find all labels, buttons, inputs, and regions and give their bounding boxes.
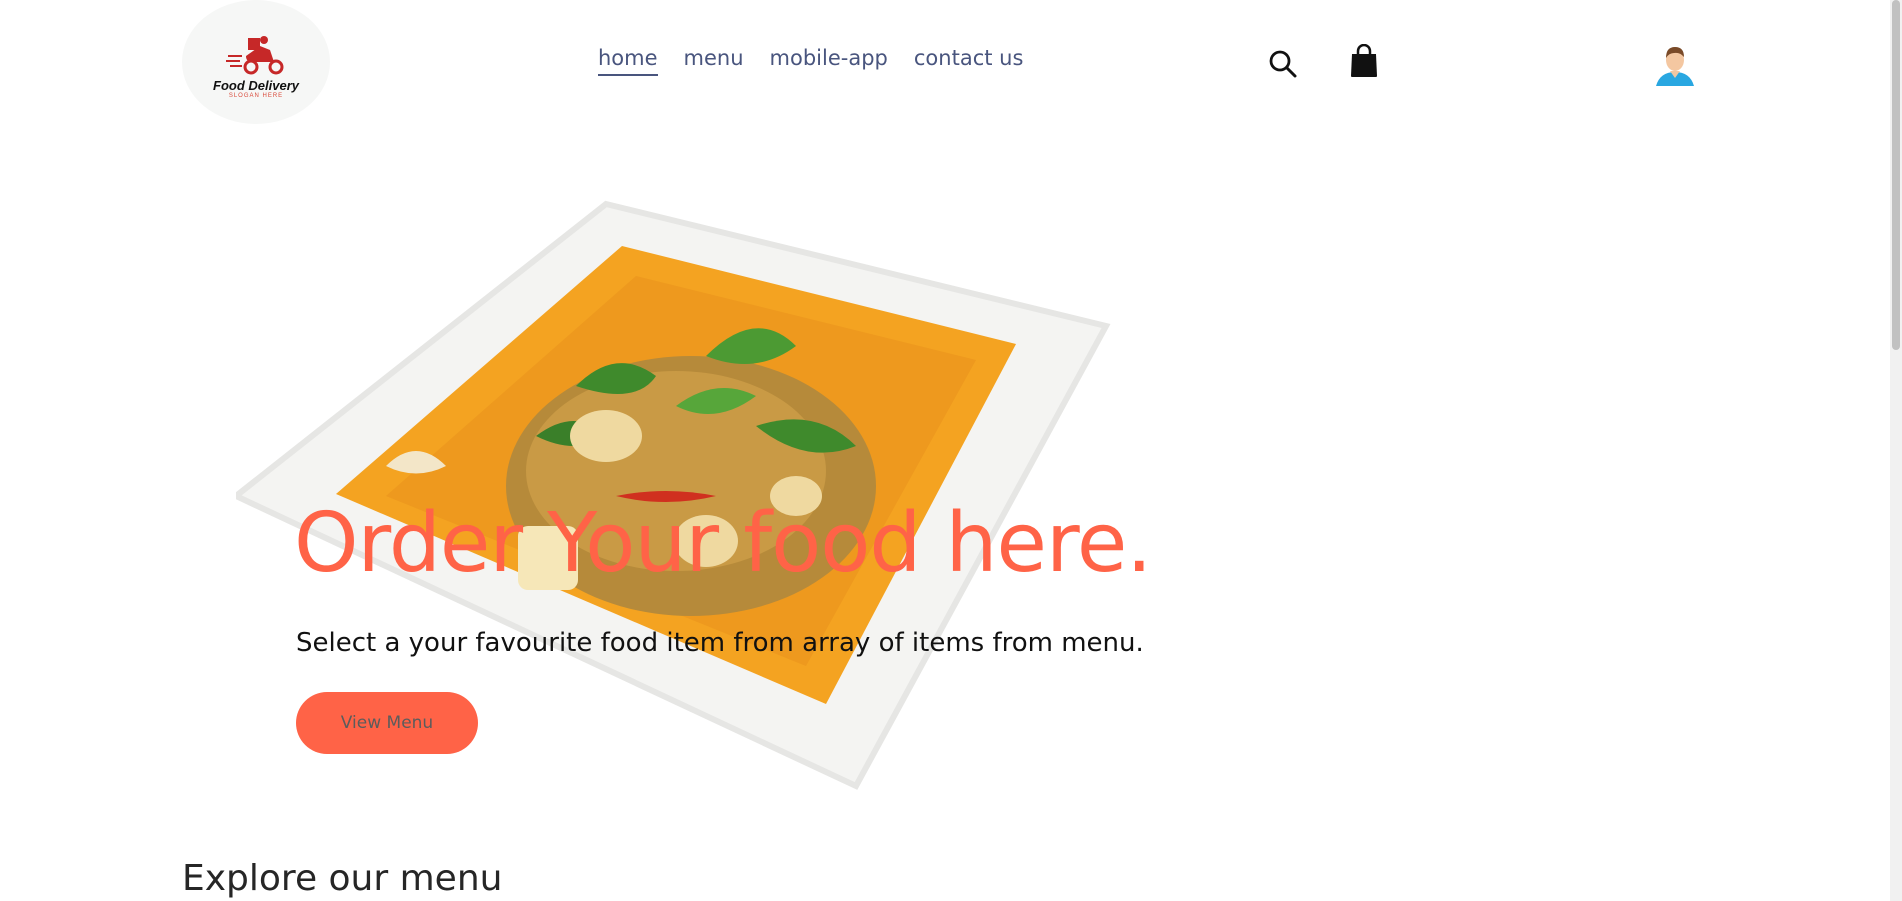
hero-title: Order Your food here. — [294, 496, 1152, 591]
main-nav: home menu mobile-app contact us — [598, 46, 1023, 76]
search-icon[interactable] — [1268, 49, 1298, 79]
scrollbar-thumb[interactable] — [1892, 0, 1900, 350]
shopping-bag-icon[interactable] — [1348, 44, 1380, 78]
nav-mobile-app[interactable]: mobile-app — [770, 46, 888, 76]
brand-title: Food Delivery — [213, 77, 299, 93]
page: Food Delivery SLOGAN HERE home menu mobi… — [0, 0, 1902, 901]
nav-contact-us[interactable]: contact us — [914, 46, 1024, 76]
view-menu-button[interactable]: View Menu — [296, 692, 478, 754]
scooter-icon — [226, 35, 284, 74]
brand-slogan: SLOGAN HERE — [228, 92, 284, 99]
page-scrollbar[interactable] — [1890, 0, 1902, 901]
explore-menu-title: Explore our menu — [182, 858, 503, 899]
hero-subtitle: Select a your favourite food item from a… — [296, 628, 1144, 658]
brand-logo[interactable]: Food Delivery SLOGAN HERE — [182, 0, 330, 124]
nav-home[interactable]: home — [598, 46, 658, 76]
profile-avatar-icon[interactable] — [1652, 42, 1698, 88]
nav-menu[interactable]: menu — [684, 46, 744, 76]
